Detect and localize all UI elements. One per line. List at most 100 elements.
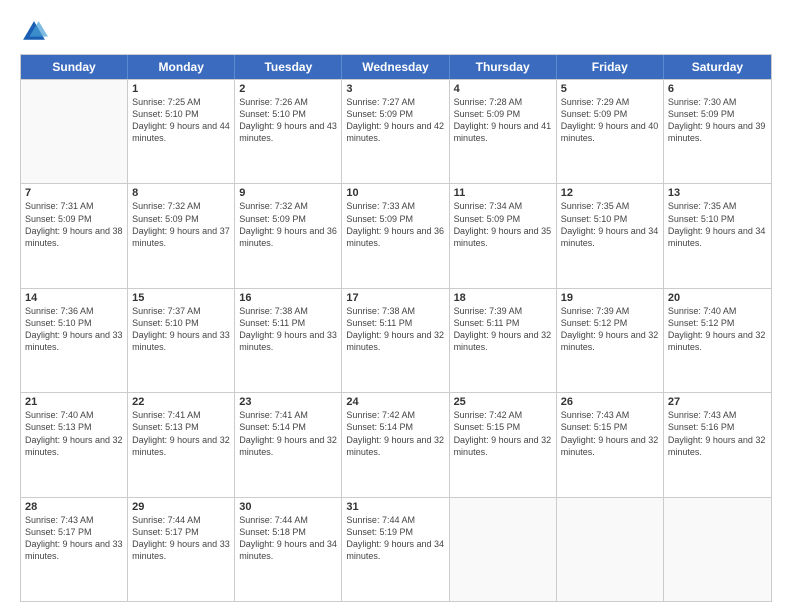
day-cell-23: 23Sunrise: 7:41 AMSunset: 5:14 PMDayligh… xyxy=(235,393,342,496)
page: SundayMondayTuesdayWednesdayThursdayFrid… xyxy=(0,0,792,612)
cell-info: Sunrise: 7:28 AMSunset: 5:09 PMDaylight:… xyxy=(454,96,552,145)
day-cell-8: 8Sunrise: 7:32 AMSunset: 5:09 PMDaylight… xyxy=(128,184,235,287)
day-cell-2: 2Sunrise: 7:26 AMSunset: 5:10 PMDaylight… xyxy=(235,80,342,183)
day-number: 19 xyxy=(561,292,659,304)
day-cell-25: 25Sunrise: 7:42 AMSunset: 5:15 PMDayligh… xyxy=(450,393,557,496)
day-cell-29: 29Sunrise: 7:44 AMSunset: 5:17 PMDayligh… xyxy=(128,498,235,601)
day-cell-30: 30Sunrise: 7:44 AMSunset: 5:18 PMDayligh… xyxy=(235,498,342,601)
day-cell-26: 26Sunrise: 7:43 AMSunset: 5:15 PMDayligh… xyxy=(557,393,664,496)
day-cell-14: 14Sunrise: 7:36 AMSunset: 5:10 PMDayligh… xyxy=(21,289,128,392)
header-day-tuesday: Tuesday xyxy=(235,55,342,79)
day-cell-13: 13Sunrise: 7:35 AMSunset: 5:10 PMDayligh… xyxy=(664,184,771,287)
day-cell-16: 16Sunrise: 7:38 AMSunset: 5:11 PMDayligh… xyxy=(235,289,342,392)
day-cell-18: 18Sunrise: 7:39 AMSunset: 5:11 PMDayligh… xyxy=(450,289,557,392)
header-day-wednesday: Wednesday xyxy=(342,55,449,79)
day-number: 27 xyxy=(668,396,767,408)
day-cell-10: 10Sunrise: 7:33 AMSunset: 5:09 PMDayligh… xyxy=(342,184,449,287)
empty-cell xyxy=(557,498,664,601)
day-number: 26 xyxy=(561,396,659,408)
day-cell-21: 21Sunrise: 7:40 AMSunset: 5:13 PMDayligh… xyxy=(21,393,128,496)
day-cell-3: 3Sunrise: 7:27 AMSunset: 5:09 PMDaylight… xyxy=(342,80,449,183)
day-number: 29 xyxy=(132,501,230,513)
cell-info: Sunrise: 7:43 AMSunset: 5:15 PMDaylight:… xyxy=(561,409,659,458)
cell-info: Sunrise: 7:39 AMSunset: 5:12 PMDaylight:… xyxy=(561,305,659,354)
day-cell-27: 27Sunrise: 7:43 AMSunset: 5:16 PMDayligh… xyxy=(664,393,771,496)
day-number: 5 xyxy=(561,83,659,95)
day-number: 21 xyxy=(25,396,123,408)
cell-info: Sunrise: 7:29 AMSunset: 5:09 PMDaylight:… xyxy=(561,96,659,145)
day-cell-9: 9Sunrise: 7:32 AMSunset: 5:09 PMDaylight… xyxy=(235,184,342,287)
header-day-saturday: Saturday xyxy=(664,55,771,79)
day-number: 20 xyxy=(668,292,767,304)
day-number: 1 xyxy=(132,83,230,95)
cell-info: Sunrise: 7:39 AMSunset: 5:11 PMDaylight:… xyxy=(454,305,552,354)
cell-info: Sunrise: 7:31 AMSunset: 5:09 PMDaylight:… xyxy=(25,200,123,249)
day-number: 13 xyxy=(668,187,767,199)
calendar-body: 1Sunrise: 7:25 AMSunset: 5:10 PMDaylight… xyxy=(21,79,771,601)
day-cell-1: 1Sunrise: 7:25 AMSunset: 5:10 PMDaylight… xyxy=(128,80,235,183)
cell-info: Sunrise: 7:32 AMSunset: 5:09 PMDaylight:… xyxy=(132,200,230,249)
cell-info: Sunrise: 7:43 AMSunset: 5:16 PMDaylight:… xyxy=(668,409,767,458)
cell-info: Sunrise: 7:44 AMSunset: 5:19 PMDaylight:… xyxy=(346,514,444,563)
header xyxy=(20,18,772,46)
day-cell-31: 31Sunrise: 7:44 AMSunset: 5:19 PMDayligh… xyxy=(342,498,449,601)
empty-cell xyxy=(21,80,128,183)
cell-info: Sunrise: 7:42 AMSunset: 5:15 PMDaylight:… xyxy=(454,409,552,458)
week-row-0: 1Sunrise: 7:25 AMSunset: 5:10 PMDaylight… xyxy=(21,79,771,183)
cell-info: Sunrise: 7:38 AMSunset: 5:11 PMDaylight:… xyxy=(239,305,337,354)
empty-cell xyxy=(664,498,771,601)
cell-info: Sunrise: 7:41 AMSunset: 5:14 PMDaylight:… xyxy=(239,409,337,458)
cell-info: Sunrise: 7:43 AMSunset: 5:17 PMDaylight:… xyxy=(25,514,123,563)
day-cell-22: 22Sunrise: 7:41 AMSunset: 5:13 PMDayligh… xyxy=(128,393,235,496)
cell-info: Sunrise: 7:34 AMSunset: 5:09 PMDaylight:… xyxy=(454,200,552,249)
empty-cell xyxy=(450,498,557,601)
day-number: 28 xyxy=(25,501,123,513)
day-cell-24: 24Sunrise: 7:42 AMSunset: 5:14 PMDayligh… xyxy=(342,393,449,496)
day-number: 12 xyxy=(561,187,659,199)
day-cell-11: 11Sunrise: 7:34 AMSunset: 5:09 PMDayligh… xyxy=(450,184,557,287)
week-row-2: 14Sunrise: 7:36 AMSunset: 5:10 PMDayligh… xyxy=(21,288,771,392)
day-number: 10 xyxy=(346,187,444,199)
week-row-3: 21Sunrise: 7:40 AMSunset: 5:13 PMDayligh… xyxy=(21,392,771,496)
cell-info: Sunrise: 7:32 AMSunset: 5:09 PMDaylight:… xyxy=(239,200,337,249)
logo xyxy=(20,18,52,46)
cell-info: Sunrise: 7:41 AMSunset: 5:13 PMDaylight:… xyxy=(132,409,230,458)
day-cell-12: 12Sunrise: 7:35 AMSunset: 5:10 PMDayligh… xyxy=(557,184,664,287)
day-number: 24 xyxy=(346,396,444,408)
cell-info: Sunrise: 7:36 AMSunset: 5:10 PMDaylight:… xyxy=(25,305,123,354)
day-cell-20: 20Sunrise: 7:40 AMSunset: 5:12 PMDayligh… xyxy=(664,289,771,392)
cell-info: Sunrise: 7:26 AMSunset: 5:10 PMDaylight:… xyxy=(239,96,337,145)
day-number: 7 xyxy=(25,187,123,199)
day-number: 9 xyxy=(239,187,337,199)
day-number: 3 xyxy=(346,83,444,95)
cell-info: Sunrise: 7:35 AMSunset: 5:10 PMDaylight:… xyxy=(668,200,767,249)
calendar-header: SundayMondayTuesdayWednesdayThursdayFrid… xyxy=(21,55,771,79)
day-cell-28: 28Sunrise: 7:43 AMSunset: 5:17 PMDayligh… xyxy=(21,498,128,601)
header-day-friday: Friday xyxy=(557,55,664,79)
week-row-1: 7Sunrise: 7:31 AMSunset: 5:09 PMDaylight… xyxy=(21,183,771,287)
day-number: 14 xyxy=(25,292,123,304)
cell-info: Sunrise: 7:30 AMSunset: 5:09 PMDaylight:… xyxy=(668,96,767,145)
cell-info: Sunrise: 7:33 AMSunset: 5:09 PMDaylight:… xyxy=(346,200,444,249)
day-number: 23 xyxy=(239,396,337,408)
day-cell-6: 6Sunrise: 7:30 AMSunset: 5:09 PMDaylight… xyxy=(664,80,771,183)
header-day-thursday: Thursday xyxy=(450,55,557,79)
day-cell-5: 5Sunrise: 7:29 AMSunset: 5:09 PMDaylight… xyxy=(557,80,664,183)
header-day-sunday: Sunday xyxy=(21,55,128,79)
day-number: 8 xyxy=(132,187,230,199)
day-number: 30 xyxy=(239,501,337,513)
cell-info: Sunrise: 7:37 AMSunset: 5:10 PMDaylight:… xyxy=(132,305,230,354)
day-number: 18 xyxy=(454,292,552,304)
day-number: 17 xyxy=(346,292,444,304)
day-number: 25 xyxy=(454,396,552,408)
cell-info: Sunrise: 7:44 AMSunset: 5:18 PMDaylight:… xyxy=(239,514,337,563)
day-number: 22 xyxy=(132,396,230,408)
day-cell-17: 17Sunrise: 7:38 AMSunset: 5:11 PMDayligh… xyxy=(342,289,449,392)
header-day-monday: Monday xyxy=(128,55,235,79)
calendar: SundayMondayTuesdayWednesdayThursdayFrid… xyxy=(20,54,772,602)
cell-info: Sunrise: 7:38 AMSunset: 5:11 PMDaylight:… xyxy=(346,305,444,354)
logo-icon xyxy=(20,18,48,46)
cell-info: Sunrise: 7:40 AMSunset: 5:12 PMDaylight:… xyxy=(668,305,767,354)
day-number: 15 xyxy=(132,292,230,304)
day-cell-15: 15Sunrise: 7:37 AMSunset: 5:10 PMDayligh… xyxy=(128,289,235,392)
